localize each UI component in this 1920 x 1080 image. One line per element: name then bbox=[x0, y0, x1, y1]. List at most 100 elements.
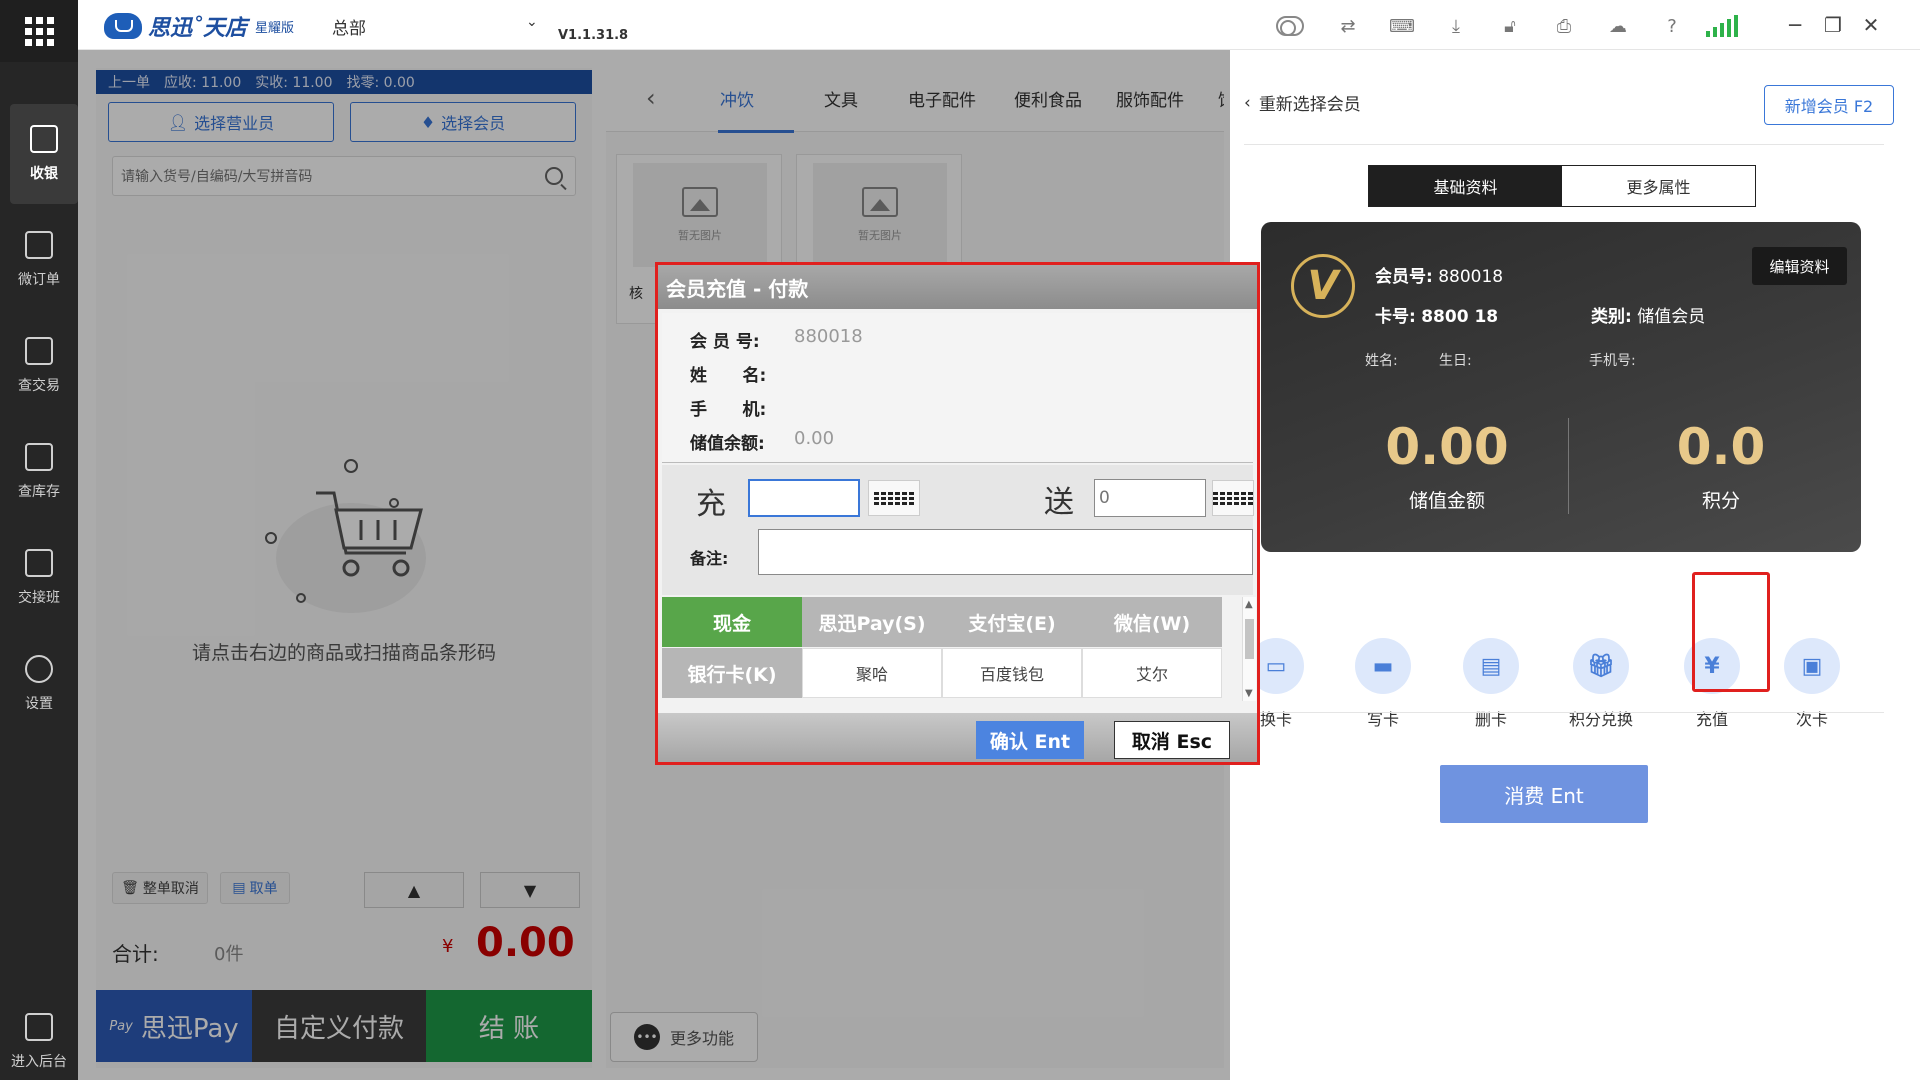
vip-logo-icon: V bbox=[1291, 254, 1355, 318]
tab-more-attributes[interactable]: 更多属性 bbox=[1562, 166, 1755, 206]
download-icon[interactable]: ⤓ bbox=[1442, 12, 1470, 40]
action-write-card[interactable]: ▬ 写卡 bbox=[1338, 638, 1428, 730]
close-icon[interactable]: ✕ bbox=[1856, 10, 1886, 40]
toggle-icon[interactable] bbox=[1276, 12, 1304, 40]
action-times-card[interactable]: ▣ 次卡 bbox=[1767, 638, 1857, 730]
delete-card-icon: ▤ bbox=[1463, 638, 1519, 694]
pay-aier[interactable]: 艾尔 bbox=[1082, 648, 1222, 698]
points-label: 积分 bbox=[1701, 490, 1740, 512]
divider bbox=[1244, 144, 1884, 145]
store-selector[interactable]: 总部 bbox=[332, 14, 366, 39]
pay-baidu-wallet[interactable]: 百度钱包 bbox=[942, 648, 1082, 698]
tab-basic-info[interactable]: 基础资料 bbox=[1369, 166, 1562, 206]
keyboard-icon[interactable] bbox=[868, 480, 920, 516]
nav-transactions[interactable]: 查交易 bbox=[0, 316, 78, 416]
monitor-icon bbox=[25, 1013, 53, 1041]
cloud-icon[interactable]: ☁ bbox=[1604, 12, 1632, 40]
micro-order-icon bbox=[25, 231, 53, 259]
nav-label: 收银 bbox=[30, 166, 58, 182]
remark-input[interactable] bbox=[758, 529, 1253, 575]
member-no: 会员号: 880018 bbox=[1375, 267, 1504, 287]
member-info-section: 会 员 号: 880018 姓 名: 手 机: 储值余额: 0.00 bbox=[662, 313, 1253, 463]
birthday-label: 生日: bbox=[1439, 353, 1472, 369]
member-tabs: 基础资料 更多属性 bbox=[1368, 165, 1756, 207]
ticket-icon: ▣ bbox=[1784, 638, 1840, 694]
cashier-icon bbox=[30, 125, 58, 153]
lock-icon[interactable]: 🔓︎ bbox=[1496, 12, 1524, 40]
cancel-button[interactable]: 取消 Esc bbox=[1114, 721, 1230, 759]
chevron-left-icon: ‹ bbox=[1244, 92, 1251, 113]
nav-settings[interactable]: 设置 bbox=[0, 634, 78, 734]
pay-juha[interactable]: 聚哈 bbox=[802, 648, 942, 698]
pay-wechat[interactable]: 微信(W) bbox=[1082, 597, 1222, 647]
nav-inventory[interactable]: 查库存 bbox=[0, 422, 78, 522]
action-points-exchange[interactable]: 🎁︎ 积分兑换 bbox=[1556, 638, 1646, 730]
nav-shift[interactable]: 交接班 bbox=[0, 528, 78, 628]
balance-value: 0.00 bbox=[794, 428, 835, 449]
left-nav: 收银 微订单 查交易 查库存 交接班 设置 进入后台 bbox=[0, 62, 78, 1080]
nav-micro-order[interactable]: 微订单 bbox=[0, 210, 78, 310]
recharge-amount-input[interactable] bbox=[748, 479, 860, 517]
member-panel: ‹ 重新选择会员 新增会员 F2 基础资料 更多属性 V 会员号: 880018… bbox=[1230, 50, 1920, 1080]
help-icon[interactable]: ? bbox=[1658, 12, 1686, 40]
version-label: V1.1.31.8 bbox=[558, 28, 629, 43]
keyboard-icon[interactable] bbox=[1212, 480, 1254, 516]
printer-icon[interactable]: ⎙ bbox=[1550, 12, 1578, 40]
nav-cashier[interactable]: 收银 bbox=[10, 104, 78, 204]
restore-icon[interactable]: ❐ bbox=[1818, 10, 1848, 40]
pay-cash[interactable]: 现金 bbox=[662, 597, 802, 647]
pay-sixun[interactable]: 思迅Pay(S) bbox=[802, 597, 942, 647]
payment-methods: 现金 思迅Pay(S) 支付宝(E) 微信(W) 银行卡(K) 聚哈 百度钱包 … bbox=[662, 597, 1236, 701]
app-logo: 思迅˚天店 星耀版 bbox=[104, 10, 294, 42]
pay-alipay[interactable]: 支付宝(E) bbox=[942, 597, 1082, 647]
phone-label: 手机号: bbox=[1589, 353, 1636, 369]
balance-label: 储值金额 bbox=[1408, 490, 1485, 512]
consume-button[interactable]: 消费 Ent bbox=[1440, 765, 1648, 823]
remark-label: 备注: bbox=[690, 549, 729, 568]
dialog-title: 会员充值 - 付款 bbox=[658, 265, 1257, 309]
chevron-down-icon[interactable]: ⌄ bbox=[526, 14, 538, 30]
new-member-button[interactable]: 新增会员 F2 bbox=[1764, 85, 1894, 125]
minimize-icon[interactable]: ─ bbox=[1780, 10, 1810, 40]
nav-label: 查库存 bbox=[18, 484, 60, 500]
reselect-member-link[interactable]: ‹ 重新选择会员 bbox=[1244, 90, 1361, 116]
nav-label: 设置 bbox=[25, 696, 53, 712]
member-type: 类别: 储值会员 bbox=[1591, 307, 1706, 327]
member-no-label: 会 员 号: bbox=[690, 332, 760, 352]
keyboard-icon[interactable]: ⌨ bbox=[1388, 12, 1416, 40]
apps-grid-icon[interactable] bbox=[0, 0, 78, 62]
nav-label: 微订单 bbox=[18, 272, 60, 288]
cloud-logo-icon bbox=[104, 13, 142, 39]
action-delete-card[interactable]: ▤ 删卡 bbox=[1446, 638, 1536, 730]
pay-bank-card[interactable]: 银行卡(K) bbox=[662, 648, 802, 698]
signal-icon bbox=[1706, 12, 1738, 40]
recharge-payment-dialog: 会员充值 - 付款 会 员 号: 880018 姓 名: 手 机: 储值余额: … bbox=[655, 262, 1260, 765]
points-value: 0.0 bbox=[1676, 418, 1766, 476]
nav-backend[interactable]: 进入后台 bbox=[0, 992, 78, 1080]
recharge-form: 充 送 备注: bbox=[662, 465, 1254, 595]
gift-amount-input[interactable] bbox=[1094, 479, 1206, 517]
card-no: 卡号: 8800 18 bbox=[1375, 307, 1499, 327]
scroll-down-icon[interactable]: ▼ bbox=[1245, 688, 1253, 699]
shift-icon bbox=[25, 549, 53, 577]
dialog-footer: 确认 Ent 取消 Esc bbox=[658, 713, 1257, 762]
balance-value: 0.00 bbox=[1385, 418, 1509, 476]
inventory-icon bbox=[25, 443, 53, 471]
card-divider bbox=[1568, 418, 1569, 514]
scroll-thumb[interactable] bbox=[1245, 619, 1254, 659]
sync-icon[interactable]: ⇄ bbox=[1334, 12, 1362, 40]
payment-scrollbar[interactable]: ▲ ▼ bbox=[1242, 597, 1256, 701]
divider bbox=[1244, 712, 1884, 713]
settings-icon bbox=[25, 655, 53, 683]
brand-name: 思迅˚天店 bbox=[148, 16, 248, 41]
balance-label: 储值余额: bbox=[690, 434, 765, 454]
nav-label: 查交易 bbox=[18, 378, 60, 394]
name-label: 姓名: bbox=[1365, 353, 1398, 369]
edit-profile-button[interactable]: 编辑资料 bbox=[1752, 247, 1847, 285]
name-label: 姓 名: bbox=[690, 366, 767, 386]
transaction-icon bbox=[25, 337, 53, 365]
member-no-value: 880018 bbox=[794, 326, 863, 347]
scroll-up-icon[interactable]: ▲ bbox=[1245, 599, 1253, 610]
brand-edition: 星耀版 bbox=[255, 20, 295, 36]
confirm-button[interactable]: 确认 Ent bbox=[976, 721, 1084, 759]
